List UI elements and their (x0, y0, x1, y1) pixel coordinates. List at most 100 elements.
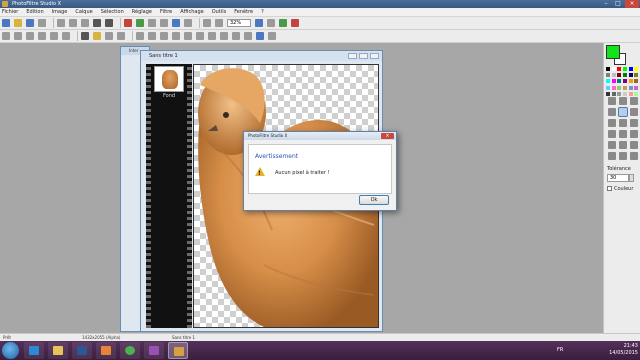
layer-thumbnail[interactable] (154, 66, 184, 92)
paste-icon[interactable] (81, 19, 89, 27)
eyedropper-tool-icon[interactable] (608, 108, 616, 116)
lasso-tool-icon[interactable] (630, 97, 638, 105)
eraser-tool-icon[interactable] (630, 130, 638, 138)
auto-contrast-icon[interactable] (14, 32, 22, 40)
flip-vertical-icon[interactable] (148, 32, 156, 40)
cut-icon[interactable] (57, 19, 65, 27)
menu-outils[interactable]: Outils (212, 9, 226, 15)
blur-icon[interactable] (105, 32, 113, 40)
crop-icon[interactable] (124, 19, 132, 27)
spray-tool-icon[interactable] (619, 119, 627, 127)
brush-tool-icon[interactable] (630, 119, 638, 127)
menu-filtre[interactable]: Filtre (160, 9, 172, 15)
clone-tool-icon[interactable] (630, 141, 638, 149)
help-icon[interactable] (291, 19, 299, 27)
menu-help[interactable]: ? (261, 9, 264, 15)
fill-icon[interactable] (232, 32, 240, 40)
grayscale-icon[interactable] (81, 32, 89, 40)
close-button[interactable]: × (625, 0, 639, 8)
system-clock[interactable]: 21:43 14/05/2015 (609, 343, 638, 357)
start-button[interactable] (2, 342, 19, 359)
document-close-button[interactable] (370, 53, 379, 59)
stamp-tool-icon[interactable] (619, 130, 627, 138)
document-window-titlebar[interactable]: Sans titre 1 (141, 51, 382, 61)
tolerance-spinner[interactable] (629, 174, 634, 182)
layer-icon[interactable] (208, 32, 216, 40)
dialog-close-button[interactable]: × (381, 133, 394, 139)
image-info-icon[interactable] (279, 19, 287, 27)
stroke-icon[interactable] (220, 32, 228, 40)
document-maximize-button[interactable] (359, 53, 368, 59)
menu-reglage[interactable]: Réglage (132, 9, 152, 15)
flip-horizontal-icon[interactable] (136, 32, 144, 40)
text-icon[interactable] (244, 32, 252, 40)
menu-image[interactable]: Image (52, 9, 68, 15)
taskbar-word[interactable] (72, 342, 92, 359)
flip-icon[interactable] (160, 19, 168, 27)
taskbar-app[interactable] (144, 342, 164, 359)
pointer-tool-icon[interactable] (608, 97, 616, 105)
zoom-in-icon[interactable] (215, 19, 223, 27)
taskbar-chrome[interactable] (120, 342, 140, 359)
pencil-tool-icon[interactable] (608, 130, 616, 138)
red-eye-tool-icon[interactable] (630, 152, 638, 160)
sharpen-icon[interactable] (117, 32, 125, 40)
magic-wand-tool-icon[interactable] (618, 107, 628, 117)
zoom-out-icon[interactable] (203, 19, 211, 27)
menu-edition[interactable]: Edition (26, 9, 43, 15)
selection-icon[interactable] (184, 32, 192, 40)
frame-icon[interactable] (256, 32, 264, 40)
fit-window-icon[interactable] (172, 19, 180, 27)
rotate-left-icon[interactable] (160, 32, 168, 40)
menu-affichage[interactable]: Affichage (180, 9, 204, 15)
couleur-checkbox[interactable] (607, 186, 612, 191)
menu-calque[interactable]: Calque (75, 9, 92, 15)
taskbar-explorer[interactable] (48, 342, 68, 359)
transparency-icon[interactable] (196, 32, 204, 40)
menu-fenetre[interactable]: Fenêtre (234, 9, 253, 15)
blur-tool-icon[interactable] (608, 141, 616, 149)
save-icon[interactable] (26, 19, 34, 27)
dialog-titlebar[interactable]: PhotoFiltre Studio X × (244, 132, 396, 140)
dodge-tool-icon[interactable] (608, 152, 616, 160)
fill-bucket-tool-icon[interactable] (608, 119, 616, 127)
resize-icon[interactable] (136, 19, 144, 27)
sepia-icon[interactable] (93, 32, 101, 40)
burn-tool-icon[interactable] (619, 152, 627, 160)
smudge-tool-icon[interactable] (619, 141, 627, 149)
zoom-level-select[interactable]: 32% (227, 19, 251, 27)
rotate-icon[interactable] (148, 19, 156, 27)
full-screen-icon[interactable] (255, 19, 263, 27)
foreground-color-swatch[interactable] (606, 45, 620, 59)
actual-size-icon[interactable] (184, 19, 192, 27)
undo-icon[interactable] (93, 19, 101, 27)
tolerance-input[interactable]: 30 (607, 174, 629, 182)
saturation-icon[interactable] (50, 32, 58, 40)
rotate-right-icon[interactable] (172, 32, 180, 40)
gamma-icon[interactable] (62, 32, 70, 40)
language-indicator[interactable]: FR (557, 347, 563, 353)
contrast-icon[interactable] (38, 32, 46, 40)
rectangle-select-tool-icon[interactable] (619, 97, 627, 105)
redo-icon[interactable] (105, 19, 113, 27)
warning-dialog[interactable]: PhotoFiltre Studio X × Avertissement ! A… (243, 131, 397, 211)
copy-icon[interactable] (69, 19, 77, 27)
ok-button[interactable]: Ok (359, 195, 389, 205)
line-tool-icon[interactable] (630, 108, 638, 116)
grid-icon[interactable] (267, 19, 275, 27)
auto-level-icon[interactable] (2, 32, 10, 40)
print-icon[interactable] (38, 19, 46, 27)
color-palette[interactable] (606, 67, 639, 97)
maximize-button[interactable]: □ (612, 0, 624, 8)
taskbar-media[interactable] (96, 342, 116, 359)
new-file-icon[interactable] (2, 19, 10, 27)
taskbar-ie[interactable] (24, 342, 44, 359)
document-minimize-button[interactable] (348, 53, 357, 59)
taskbar-photofiltre[interactable] (168, 342, 188, 359)
plugin-icon[interactable] (268, 32, 276, 40)
menu-fichier[interactable]: Fichier (2, 9, 18, 15)
minimize-button[interactable]: – (600, 0, 612, 8)
open-file-icon[interactable] (14, 19, 22, 27)
brightness-icon[interactable] (26, 32, 34, 40)
menu-selection[interactable]: Sélection (101, 9, 124, 15)
